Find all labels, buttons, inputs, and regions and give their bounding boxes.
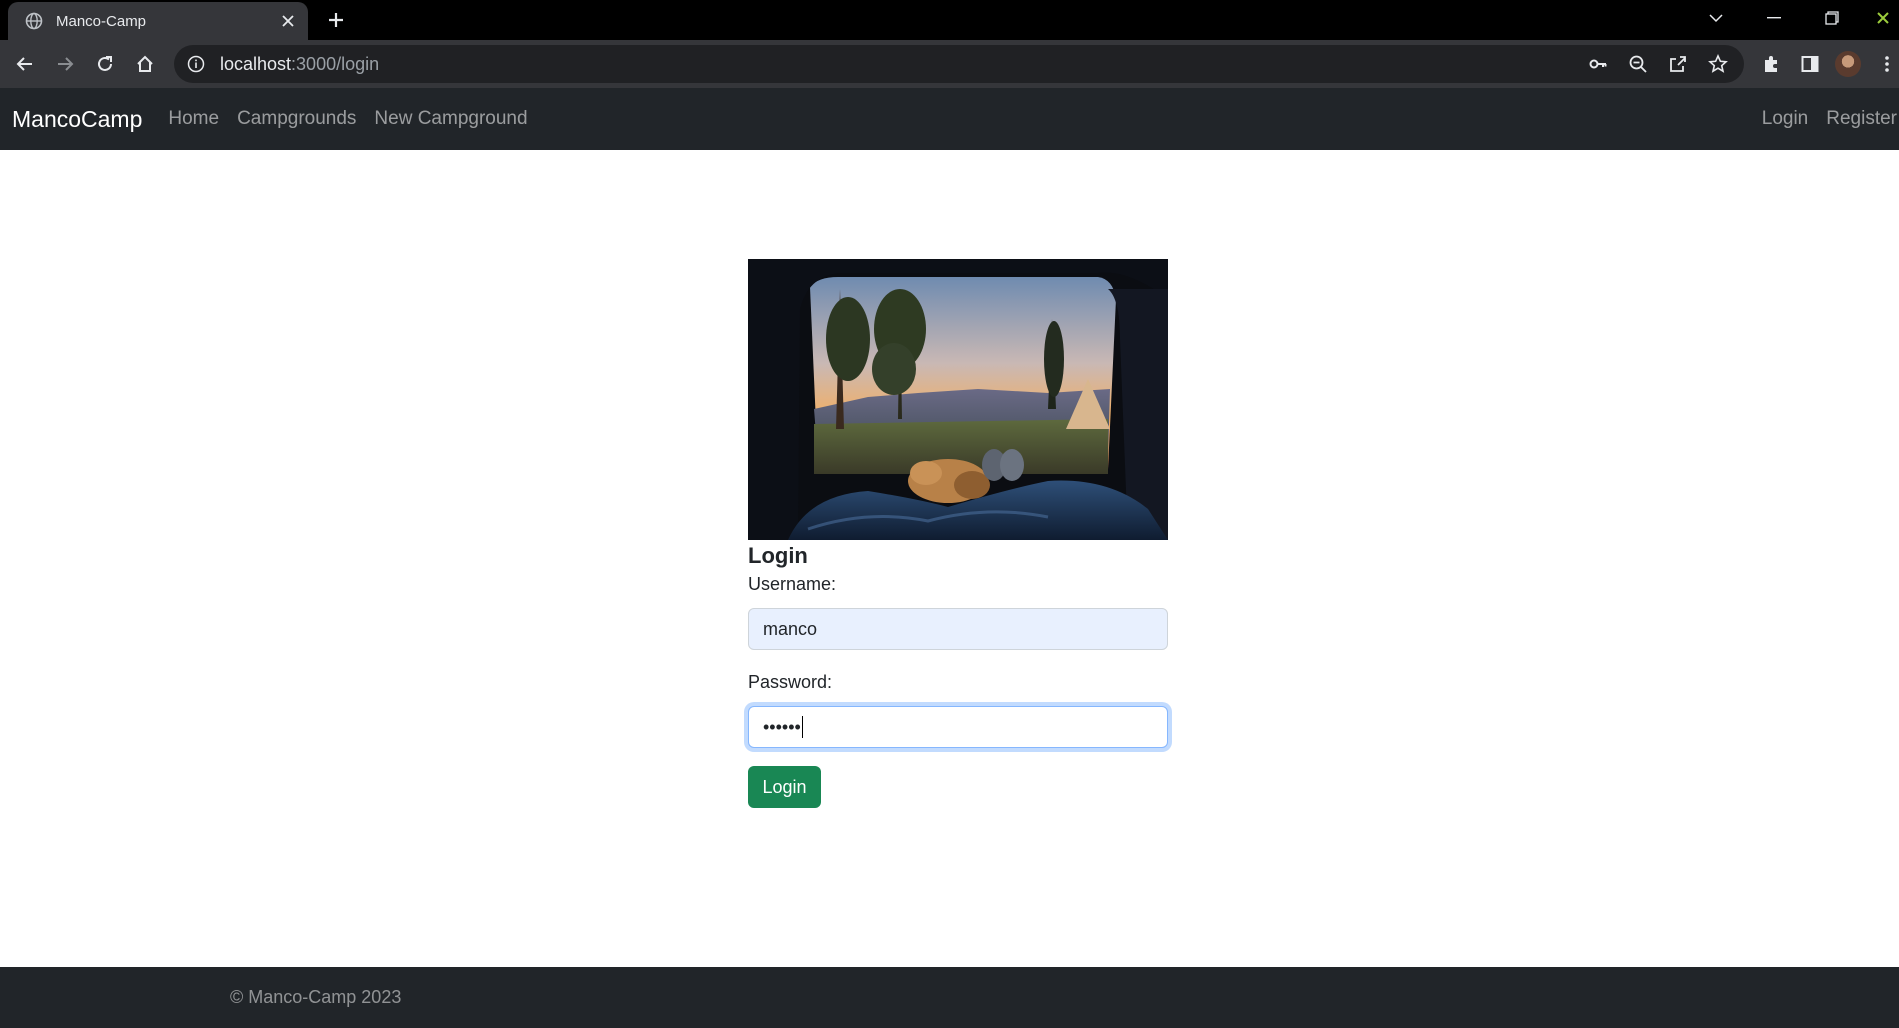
key-icon[interactable] [1584, 50, 1612, 78]
reload-icon[interactable] [89, 48, 121, 80]
login-heading: Login [748, 543, 808, 568]
brand-link[interactable]: MancoCamp [12, 106, 142, 133]
campsite-illustration [748, 259, 1168, 540]
address-bar[interactable]: localhost:3000/login [174, 45, 1744, 83]
login-card: Login Username: manco Password: •••••• L… [748, 259, 1168, 808]
info-icon[interactable] [186, 54, 206, 74]
browser-tab[interactable]: Manco-Camp [8, 2, 308, 40]
url-text: localhost:3000/login [220, 54, 379, 75]
nav-links: Home Campgrounds New Campground [150, 108, 527, 130]
url-path: :3000/login [291, 53, 380, 74]
share-icon[interactable] [1664, 50, 1692, 78]
close-window-icon[interactable] [1866, 0, 1899, 36]
footer-copyright: © Manco-Camp 2023 [230, 987, 402, 1007]
close-icon[interactable] [274, 7, 302, 35]
username-value: manco [763, 618, 818, 639]
text-caret [801, 716, 803, 738]
profile-picture [1835, 51, 1861, 77]
back-arrow-icon[interactable] [9, 48, 41, 80]
nav-auth-links: Login Register [1744, 88, 1897, 150]
kebab-menu-icon[interactable] [1874, 49, 1899, 79]
minimize-icon[interactable] [1754, 0, 1794, 36]
username-label: Username: [748, 574, 837, 594]
campsite-image [748, 259, 1168, 540]
star-icon[interactable] [1704, 50, 1732, 78]
password-label: Password: [748, 672, 833, 692]
side-panel-icon[interactable] [1795, 49, 1825, 79]
avatar[interactable] [1833, 49, 1863, 79]
site-footer: © Manco-Camp 2023 [0, 967, 1899, 1028]
password-value: •••••• [763, 716, 801, 737]
nav-link-new-campground[interactable]: New Campground [374, 108, 527, 130]
login-button[interactable]: Login [748, 766, 821, 808]
home-icon[interactable] [129, 48, 161, 80]
nav-link-login[interactable]: Login [1762, 108, 1809, 130]
plus-icon[interactable] [322, 6, 350, 34]
globe-icon [24, 11, 44, 31]
zoom-out-icon[interactable] [1624, 50, 1652, 78]
browser-tab-strip: Manco-Camp [0, 0, 1899, 40]
browser-toolbar: localhost:3000/login [0, 40, 1899, 88]
restore-icon[interactable] [1812, 0, 1852, 36]
password-input[interactable]: •••••• [748, 706, 1168, 748]
username-input[interactable]: manco [748, 608, 1168, 650]
nav-link-register[interactable]: Register [1826, 108, 1897, 130]
nav-link-home[interactable]: Home [168, 108, 219, 130]
puzzle-icon[interactable] [1756, 49, 1786, 79]
nav-link-campgrounds[interactable]: Campgrounds [237, 108, 356, 130]
site-navbar: MancoCamp Home Campgrounds New Campgroun… [0, 88, 1899, 150]
forward-arrow-icon[interactable] [49, 48, 81, 80]
url-host: localhost [220, 53, 292, 74]
chevron-down-icon[interactable] [1696, 0, 1736, 36]
tab-title: Manco-Camp [56, 12, 147, 30]
